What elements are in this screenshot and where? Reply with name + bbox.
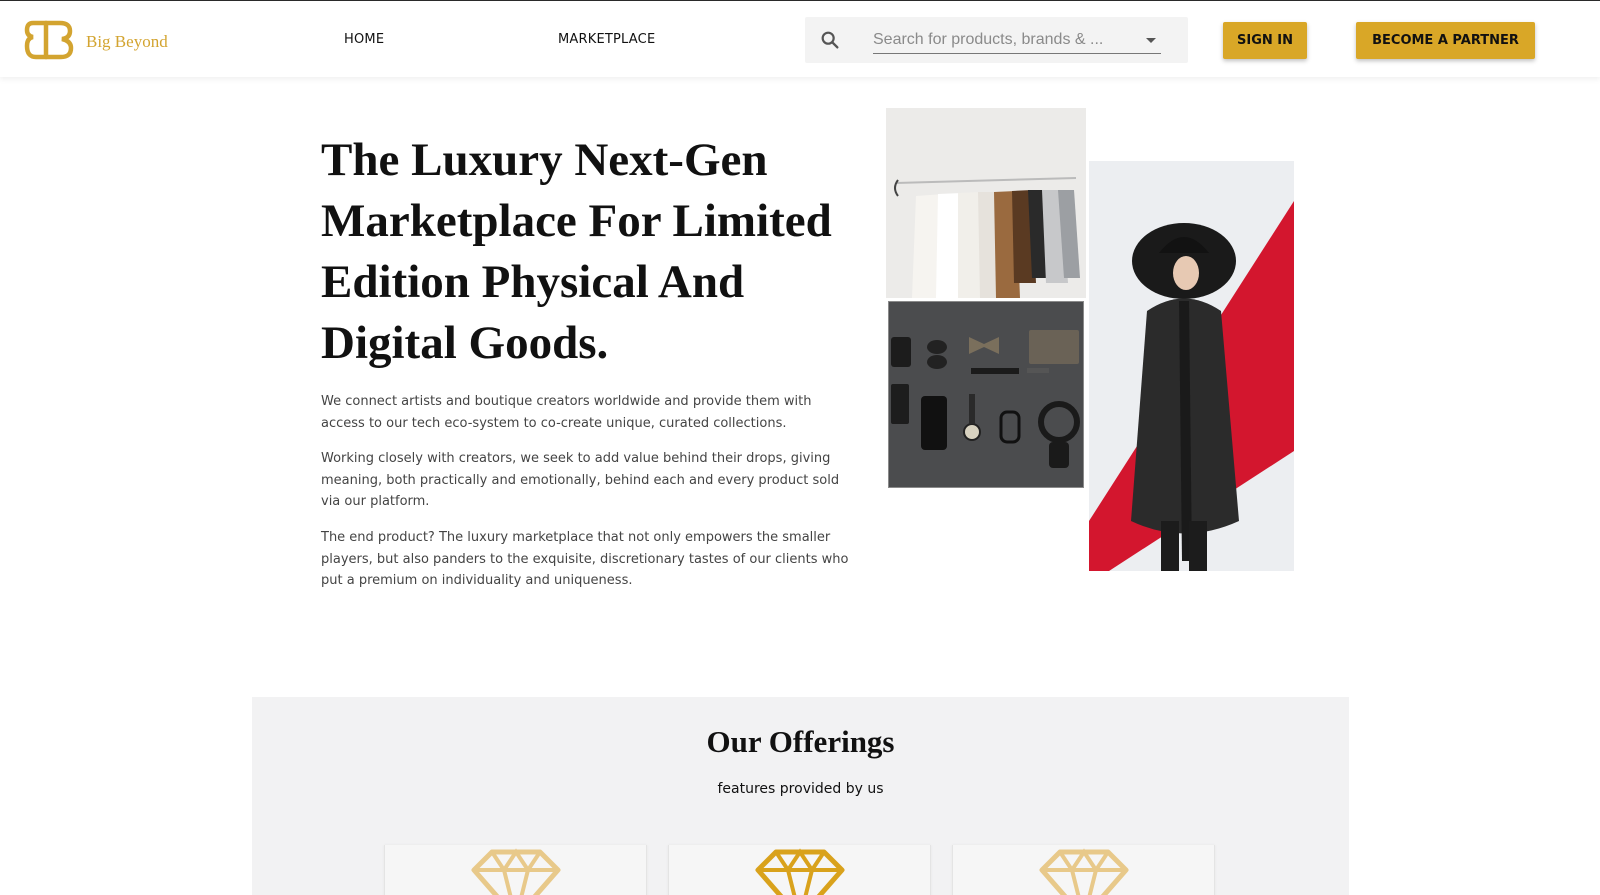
offerings-section: Our Offerings features provided by us xyxy=(252,697,1349,895)
top-navbar: Big Beyond HOME MARKETPLACE SIGN IN BECO… xyxy=(0,0,1600,77)
sign-in-button[interactable]: SIGN IN xyxy=(1223,22,1307,59)
brand-name: Big Beyond xyxy=(86,32,168,51)
bb-monogram-icon xyxy=(24,20,74,60)
diamond-icon xyxy=(1039,848,1129,895)
become-partner-button[interactable]: BECOME A PARTNER xyxy=(1356,22,1535,59)
accessories-flatlay-image xyxy=(888,301,1084,488)
search-icon[interactable] xyxy=(819,29,841,51)
offering-card[interactable] xyxy=(952,845,1215,895)
chevron-down-icon[interactable] xyxy=(1146,38,1156,43)
offerings-title: Our Offerings xyxy=(706,724,895,759)
hero-paragraph: We connect artists and boutique creators… xyxy=(321,394,812,431)
search-bar xyxy=(805,17,1188,63)
offering-card[interactable] xyxy=(668,845,931,895)
hero-title: The Luxury Next-Gen Marketplace For Limi… xyxy=(321,134,832,369)
offerings-subtitle: features provided by us xyxy=(717,781,884,797)
brand-logo[interactable]: Big Beyond xyxy=(24,19,168,61)
clothing-rack-image xyxy=(886,108,1086,298)
offering-card[interactable] xyxy=(384,845,647,895)
diamond-icon xyxy=(471,848,561,895)
hero-paragraph: Working closely with creators, we seek t… xyxy=(321,451,840,509)
nav-marketplace-link[interactable]: MARKETPLACE xyxy=(558,32,655,47)
fashion-model-image xyxy=(1089,161,1294,571)
diamond-icon xyxy=(755,848,845,895)
search-input[interactable] xyxy=(873,26,1161,54)
hero-paragraph: The end product? The luxury marketplace … xyxy=(321,530,849,588)
nav-home-link[interactable]: HOME xyxy=(344,32,384,47)
